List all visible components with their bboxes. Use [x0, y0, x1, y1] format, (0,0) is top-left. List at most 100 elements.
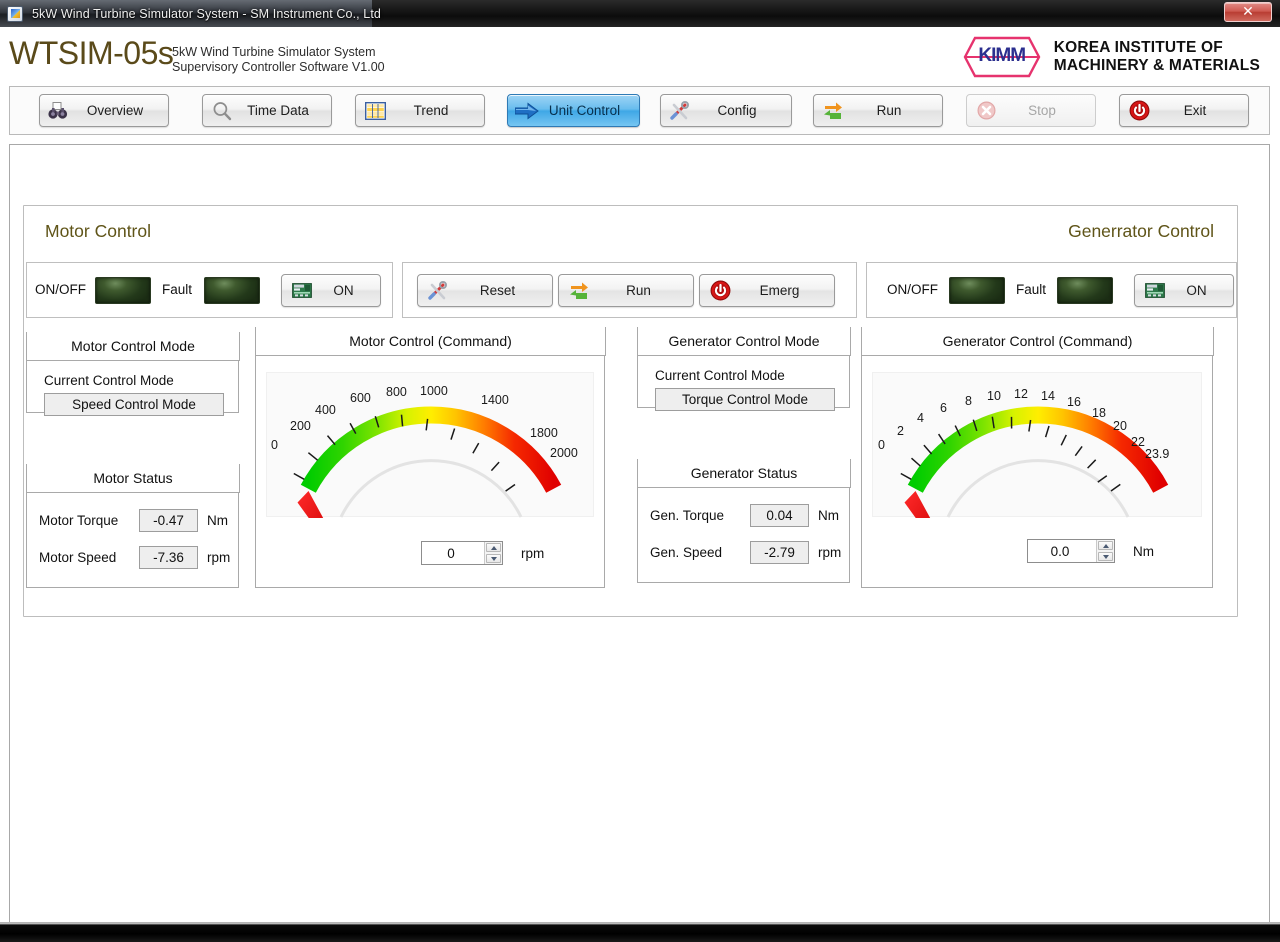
unit-control-group: Motor Control Generrator Control ON/OFF … — [23, 205, 1238, 617]
generator-on-button-label: ON — [1186, 283, 1207, 298]
tab-run-label: Run — [876, 103, 902, 118]
generator-setpoint-stepper[interactable] — [1096, 540, 1114, 562]
generator-onoff-label: ON/OFF — [887, 282, 938, 297]
motor-tick-1800: 1800 — [530, 426, 558, 440]
emerg-button[interactable]: Emerg — [699, 274, 835, 307]
motor-power-row: ON/OFF Fault ON — [26, 262, 393, 318]
motor-status-panel: Motor Status Motor Torque -0.47 Nm Motor… — [26, 464, 240, 588]
main-toolbar: Overview Time Data Trend Unit Control Co… — [9, 86, 1270, 135]
tab-overview[interactable]: Overview — [39, 94, 169, 127]
close-icon[interactable]: ✕ — [1224, 2, 1272, 22]
tab-time-data[interactable]: Time Data — [202, 94, 332, 127]
kimm-hexagon-icon: KIMM — [963, 36, 1041, 78]
tab-unit-control-label: Unit Control — [548, 103, 621, 118]
generator-status-panel: Generator Status Gen. Torque 0.04 Nm Gen… — [637, 459, 851, 583]
motor-setpoint-input[interactable]: 0 — [421, 541, 503, 565]
gen-tick-18: 18 — [1092, 406, 1106, 420]
generator-fault-label: Fault — [1016, 282, 1047, 297]
app-subtitle: 5kW Wind Turbine Simulator System Superv… — [172, 45, 385, 75]
motor-command-panel: Motor Control (Command) 0 200 400 600 80… — [255, 327, 606, 588]
tab-config-label: Config — [717, 103, 757, 118]
motor-onoff-led — [95, 277, 151, 304]
gen-tick-4: 4 — [917, 411, 924, 425]
emerg-button-label: Emerg — [759, 283, 800, 298]
magnifier-icon — [207, 101, 237, 121]
gen-tick-8: 8 — [965, 394, 972, 408]
gen-tick-10: 10 — [987, 389, 1001, 403]
run-button[interactable]: Run — [558, 274, 694, 307]
kimm-wordmark: KIMM — [978, 45, 1026, 66]
kimm-org-line1: KOREA INSTITUTE OF — [1053, 39, 1223, 56]
gen-tick-12: 12 — [1014, 387, 1028, 401]
motor-setpoint-increment[interactable] — [486, 543, 501, 552]
motor-speed-value: -7.36 — [139, 546, 198, 569]
motor-current-mode-value: Speed Control Mode — [44, 393, 224, 416]
generator-current-mode-label: Current Control Mode — [655, 368, 785, 383]
desktop-taskbar — [0, 922, 1280, 942]
motor-speed-gauge: 0 200 400 600 800 1000 1400 1800 2000 — [266, 372, 594, 544]
run-button-label: Run — [626, 283, 651, 298]
motor-setpoint-decrement[interactable] — [486, 554, 501, 563]
motor-setpoint-stepper[interactable] — [484, 542, 502, 564]
generator-command-legend: Generator Control (Command) — [862, 327, 1214, 356]
gen-tick-0: 0 — [878, 438, 885, 452]
motor-fault-label: Fault — [162, 282, 193, 297]
motor-status-legend: Motor Status — [27, 464, 240, 493]
motor-tick-400: 400 — [315, 403, 336, 417]
reset-button[interactable]: Reset — [417, 274, 553, 307]
generator-setpoint-unit: Nm — [1133, 544, 1154, 559]
app-header: WTSIM-05s 5kW Wind Turbine Simulator Sys… — [0, 27, 1280, 86]
gen-tick-22: 22 — [1131, 435, 1145, 449]
motor-control-title: Motor Control — [45, 221, 152, 241]
motor-tick-1000: 1000 — [420, 384, 448, 398]
generator-setpoint-decrement[interactable] — [1098, 552, 1113, 561]
generator-torque-label: Gen. Torque — [650, 508, 725, 523]
kimm-org-line2: MACHINERY & MATERIALS — [1053, 57, 1260, 74]
generator-control-mode-panel: Generator Control Mode Current Control M… — [637, 327, 851, 411]
kimm-logo: KIMM KOREA INSTITUTE OF MACHINERY & MATE… — [963, 36, 1260, 78]
generator-onoff-led — [949, 277, 1005, 304]
motor-tick-200: 200 — [290, 419, 311, 433]
tab-config[interactable]: Config — [660, 94, 792, 127]
gen-tick-6: 6 — [940, 401, 947, 415]
table-icon — [360, 101, 390, 120]
generator-control-mode-legend: Generator Control Mode — [638, 327, 851, 356]
binoculars-icon — [44, 101, 74, 120]
kimm-org-name: KOREA INSTITUTE OF MACHINERY & MATERIALS — [1054, 39, 1260, 75]
motor-tick-0: 0 — [271, 438, 278, 452]
motor-current-mode-label: Current Control Mode — [44, 373, 174, 388]
generator-fault-led — [1057, 277, 1113, 304]
motor-onoff-label: ON/OFF — [35, 282, 86, 297]
generator-setpoint-increment[interactable] — [1098, 541, 1113, 550]
tools-icon — [665, 100, 695, 121]
generator-on-button[interactable]: ON — [1134, 274, 1234, 307]
tab-unit-control[interactable]: Unit Control — [507, 94, 640, 127]
tab-trend[interactable]: Trend — [355, 94, 485, 127]
motor-control-mode-panel: Motor Control Mode Current Control Mode … — [26, 332, 240, 416]
circuit-board-icon — [1140, 283, 1170, 298]
generator-torque-value: 0.04 — [750, 504, 809, 527]
gen-tick-2: 2 — [897, 424, 904, 438]
app-icon — [7, 5, 23, 22]
generator-torque-unit: Nm — [818, 508, 839, 523]
motor-tick-600: 600 — [350, 391, 371, 405]
tab-overview-label: Overview — [86, 103, 144, 118]
generator-setpoint-value[interactable]: 0.0 — [1028, 540, 1096, 562]
motor-torque-unit: Nm — [207, 513, 228, 528]
generator-setpoint-input[interactable]: 0.0 — [1027, 539, 1115, 563]
motor-on-button-label: ON — [333, 283, 354, 298]
generator-speed-value: -2.79 — [750, 541, 809, 564]
motor-setpoint-value[interactable]: 0 — [422, 542, 484, 564]
motor-torque-label: Motor Torque — [39, 513, 119, 528]
tab-exit[interactable]: Exit — [1119, 94, 1249, 127]
generator-power-row: ON/OFF Fault ON — [866, 262, 1237, 318]
motor-control-mode-legend: Motor Control Mode — [27, 332, 240, 361]
common-actions-row: Reset Run Emerg — [402, 262, 857, 318]
recycle-icon — [818, 101, 848, 121]
motor-tick-800: 800 — [386, 385, 407, 399]
motor-on-button[interactable]: ON — [281, 274, 381, 307]
recycle-icon — [564, 281, 594, 301]
tab-run[interactable]: Run — [813, 94, 943, 127]
gen-tick-239: 23.9 — [1145, 447, 1170, 461]
motor-fault-led — [204, 277, 260, 304]
